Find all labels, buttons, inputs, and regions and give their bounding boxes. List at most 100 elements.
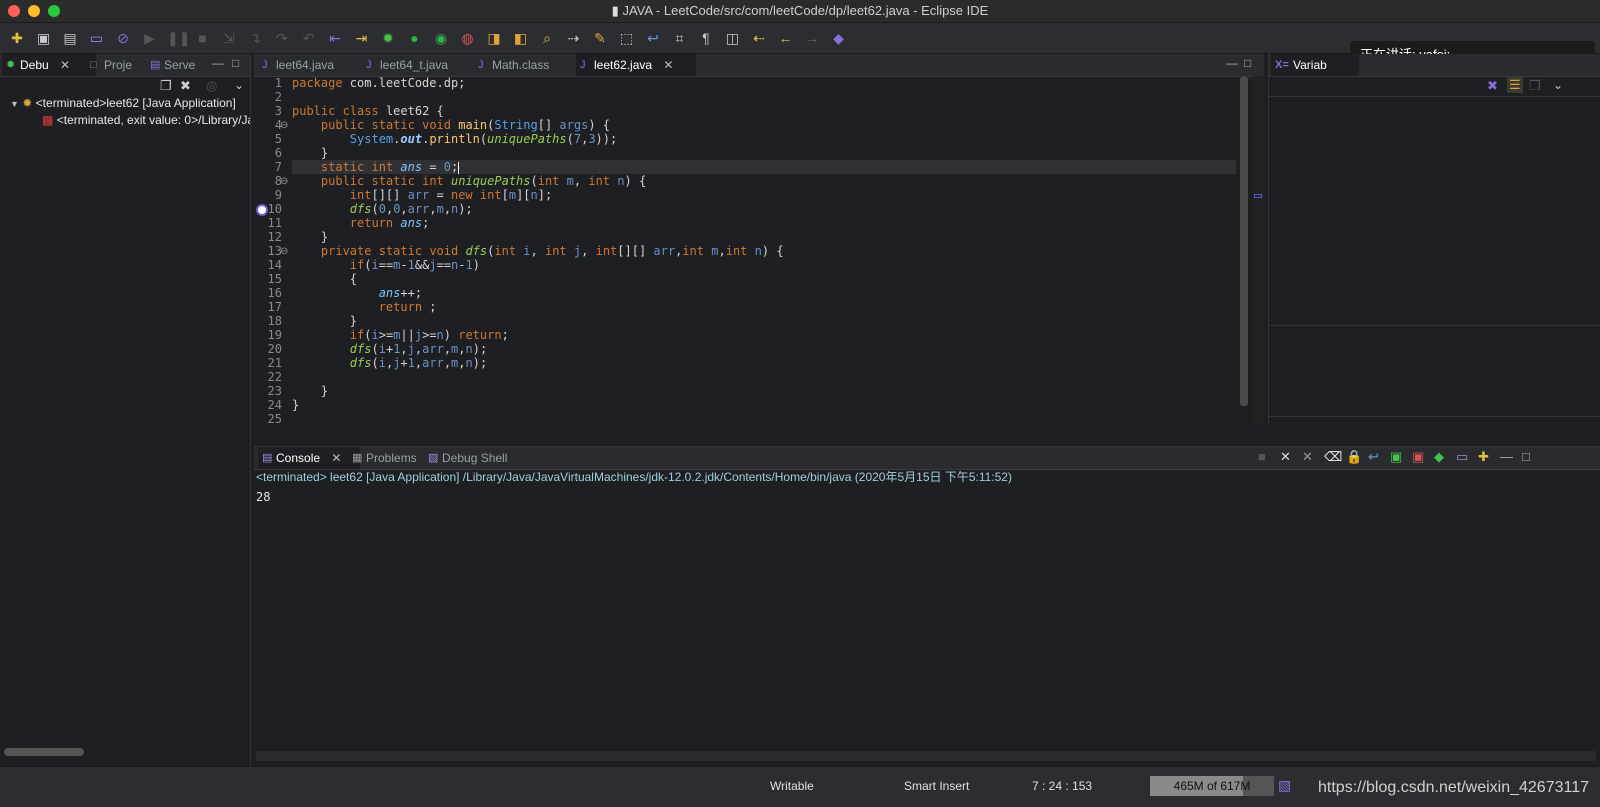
scroll-lock-icon[interactable]: 🔒	[1346, 449, 1362, 465]
annotation-marker[interactable]	[1254, 194, 1262, 198]
debug-icon[interactable]: ✹	[379, 29, 397, 47]
code-line[interactable]: public static void main(String[] args) {	[292, 118, 1236, 132]
tab-console[interactable]: ▤ Console ✕	[258, 447, 360, 469]
tree-item-process[interactable]: ▩ <terminated, exit value: 0>/Library/Ja…	[42, 113, 250, 130]
show-on-error-icon[interactable]: ▣	[1412, 449, 1424, 465]
code-line[interactable]: System.out.println(uniquePaths(7,3));	[292, 132, 1236, 146]
suspend-icon[interactable]: ❚❚	[167, 29, 190, 47]
remove-launch-icon[interactable]: ✕	[1280, 449, 1291, 465]
disconnect-icon[interactable]: ⇲	[220, 29, 238, 47]
code-line[interactable]: static int ans = 0;	[292, 160, 1236, 174]
step-into-icon[interactable]: ↴	[247, 29, 265, 47]
code-line[interactable]: public class leet62 {	[292, 104, 1236, 118]
horizontal-scrollbar[interactable]	[4, 748, 84, 756]
forward-icon[interactable]: →	[803, 29, 821, 47]
next-annotation-icon[interactable]: ⇢	[565, 29, 583, 47]
trash-icon[interactable]: ▧	[1278, 777, 1291, 794]
chevron-down-icon[interactable]: ⌄	[1553, 78, 1563, 92]
tab-leet64[interactable]: J leet64.java	[258, 54, 376, 76]
close-icon[interactable]: ✕	[60, 58, 70, 72]
step-over-icon[interactable]: ↷	[273, 29, 291, 47]
variable-details-pane[interactable]	[1269, 326, 1600, 417]
tab-leet62[interactable]: J leet62.java ✕	[576, 54, 696, 76]
fold-icon[interactable]: ⊖	[280, 120, 288, 131]
code-line[interactable]: if(i==m-1&&j==n-1)	[292, 258, 1236, 272]
block-selection-icon[interactable]: ⬚	[618, 29, 636, 47]
close-icon[interactable]: ✕	[331, 451, 341, 465]
search-icon[interactable]: ⌕	[538, 29, 556, 47]
heap-status[interactable]: 465M of 617M	[1150, 776, 1274, 796]
use-step-filters-icon[interactable]: ⇥	[353, 29, 371, 47]
word-wrap-icon[interactable]: ↩	[644, 29, 662, 47]
pilcrow-icon[interactable]: ¶	[697, 29, 715, 47]
code-line[interactable]	[292, 370, 1236, 384]
console-horizontal-scrollbar[interactable]	[256, 751, 1596, 761]
code-editor[interactable]: package com.leetCode.dp; public class lee…	[292, 76, 1236, 424]
pin-console-icon[interactable]: ◆	[1434, 449, 1444, 465]
code-line[interactable]: }	[292, 398, 1236, 412]
last-edit-icon[interactable]: ⇠	[750, 29, 768, 47]
word-wrap-icon[interactable]: ↩	[1368, 449, 1379, 465]
back-icon[interactable]: ←	[777, 29, 795, 47]
console-output[interactable]: 28	[256, 489, 270, 505]
save-icon[interactable]: ▣	[35, 29, 53, 47]
terminal-icon[interactable]: ▭	[88, 29, 106, 47]
code-line[interactable]: }	[292, 230, 1236, 244]
code-line[interactable]: }	[292, 384, 1236, 398]
maximize-icon[interactable]: □	[1244, 56, 1251, 70]
close-icon[interactable]: ✕	[663, 58, 673, 72]
code-line[interactable]: if(i>=m||j>=n) return;	[292, 328, 1236, 342]
code-line[interactable]: dfs(0,0,arr,m,n);	[292, 202, 1236, 216]
code-line[interactable]	[292, 90, 1236, 104]
show-on-output-icon[interactable]: ▣	[1390, 449, 1402, 465]
chevron-down-icon[interactable]: ⌄	[234, 78, 244, 92]
code-line[interactable]: dfs(i+1,j,arr,m,n);	[292, 342, 1236, 356]
code-line[interactable]: dfs(i,j+1,arr,m,n);	[292, 356, 1236, 370]
step-return-icon[interactable]: ↶	[300, 29, 318, 47]
maximize-icon[interactable]: □	[232, 56, 239, 70]
breakpoint-icon[interactable]	[256, 204, 268, 216]
highlight-icon[interactable]: ✎	[591, 29, 609, 47]
fold-icon[interactable]: ⊖	[280, 176, 288, 187]
remove-terminated-icon[interactable]: ✖	[180, 78, 191, 94]
tab-variables[interactable]: X= Variab	[1271, 54, 1359, 76]
collapse-icon[interactable]: ❐	[1529, 78, 1541, 94]
code-line[interactable]: package com.leetCode.dp;	[292, 76, 1236, 90]
open-console-icon[interactable]: ✚	[1478, 449, 1489, 465]
terminate-icon[interactable]: ■	[194, 29, 212, 47]
variables-tree[interactable]	[1269, 96, 1600, 326]
terminate-icon[interactable]: ■	[1258, 449, 1266, 464]
clear-console-icon[interactable]: ⌫	[1324, 449, 1342, 465]
show-whitespace-icon[interactable]: ⌗	[671, 29, 689, 47]
code-line[interactable]: }	[292, 146, 1236, 160]
code-line[interactable]: public static int uniquePaths(int m, int…	[292, 174, 1236, 188]
annotation-icon[interactable]: ◫	[724, 29, 742, 47]
tab-leet64-t[interactable]: J leet64_t.java	[362, 54, 484, 76]
link-icon[interactable]: ◎	[206, 78, 217, 94]
tab-debug-shell[interactable]: ▨ Debug Shell	[424, 447, 532, 469]
tab-debug[interactable]: ✹ Debu ✕	[2, 54, 96, 76]
vertical-scrollbar-thumb[interactable]	[1240, 76, 1248, 406]
drop-frame-icon[interactable]: ⇤	[326, 29, 344, 47]
code-line[interactable]: }	[292, 314, 1236, 328]
code-line[interactable]: int[][] arr = new int[m][n];	[292, 188, 1236, 202]
code-line[interactable]: return ans;	[292, 216, 1236, 230]
display-console-icon[interactable]: ▭	[1456, 449, 1468, 465]
tree-item-launch[interactable]: ▼ ✹ <terminated>leet62 [Java Application…	[10, 96, 236, 113]
resume-icon[interactable]: ▶	[141, 29, 159, 47]
minimize-icon[interactable]: —	[212, 56, 224, 70]
layout-icon[interactable]: ☰	[1507, 77, 1523, 93]
tab-servers[interactable]: ▤ Serve	[146, 54, 222, 76]
code-line[interactable]: return ;	[292, 300, 1236, 314]
coverage-icon[interactable]: ◉	[432, 29, 450, 47]
fold-icon[interactable]: ⊖	[280, 246, 288, 257]
vertical-scrollbar-track[interactable]	[1240, 76, 1248, 406]
open-type-icon[interactable]: ◨	[485, 29, 503, 47]
minimize-icon[interactable]: —	[1500, 449, 1513, 464]
minimize-icon[interactable]: —	[1226, 56, 1238, 70]
remove-all-terminated-icon[interactable]: ✕	[1302, 449, 1313, 465]
code-line[interactable]	[292, 412, 1236, 426]
remove-all-icon[interactable]: ✖	[1487, 78, 1498, 94]
pin-icon[interactable]: ◆	[830, 29, 848, 47]
tab-math-class[interactable]: J Math.class	[474, 54, 588, 76]
